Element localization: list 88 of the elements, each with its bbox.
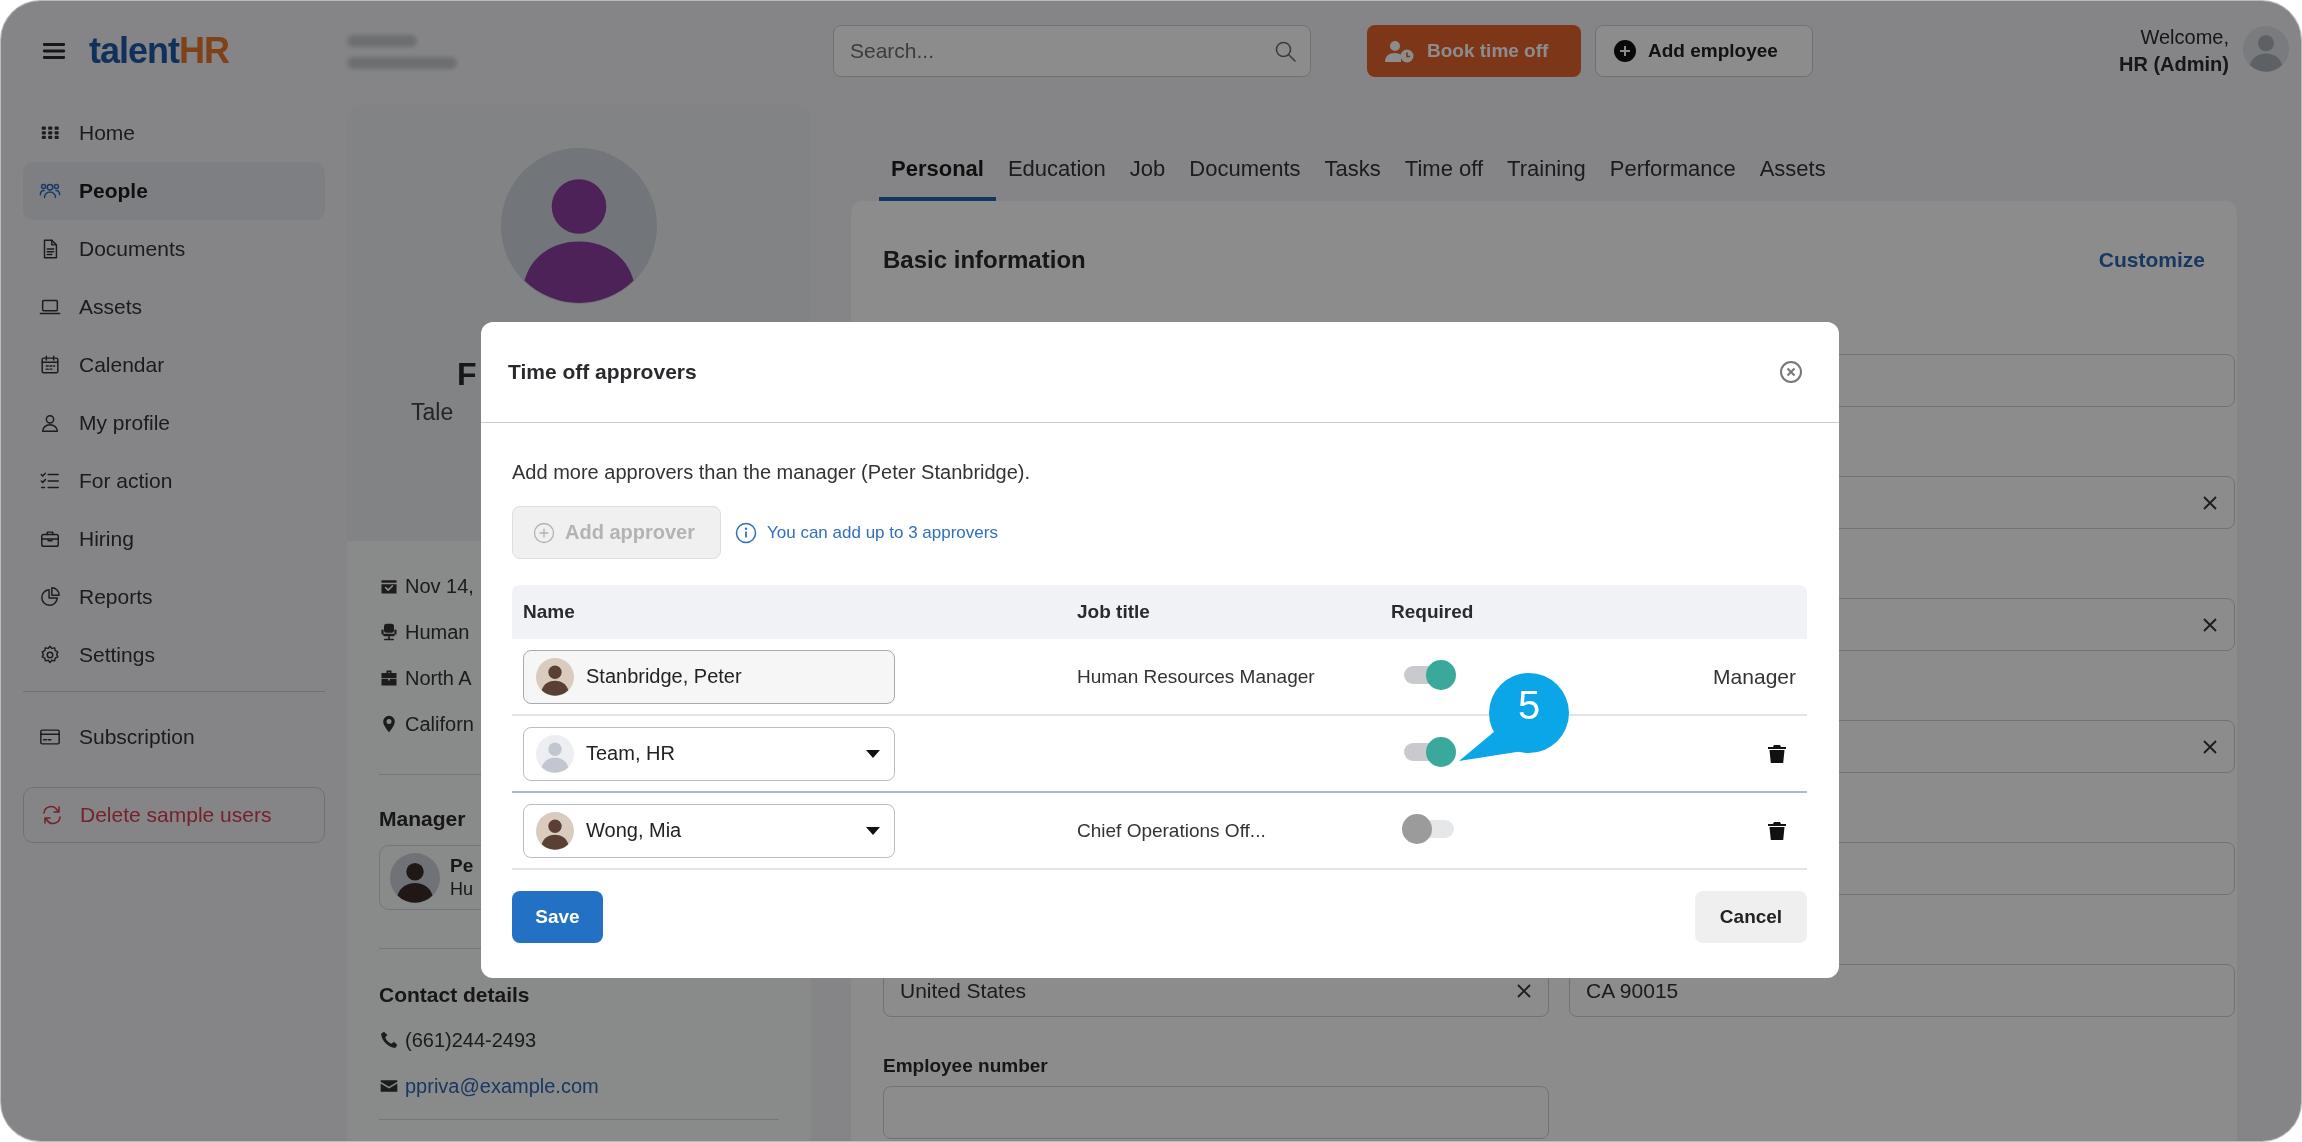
logo: talentHR <box>89 30 229 72</box>
customize-link[interactable]: Customize <box>2098 248 2205 272</box>
job-title: Chief Operations Off... <box>1077 819 1266 841</box>
sidebar-item[interactable]: For action <box>23 452 325 510</box>
briefcase-icon <box>379 668 399 688</box>
approver-field: Stanbridge, Peter <box>523 649 895 704</box>
search-icon <box>1273 39 1297 63</box>
column-header: Job title <box>1076 601 1151 623</box>
info-icon <box>735 521 757 544</box>
section-title: Manager <box>379 807 466 831</box>
column-header: Name <box>522 601 576 623</box>
book-time-off-button[interactable]: Book time off <box>1367 25 1581 77</box>
role-label: Manager <box>1713 664 1796 689</box>
search-field[interactable]: Search... <box>833 25 1311 77</box>
section-title: Basic information <box>883 246 1086 274</box>
avatar-icon <box>536 734 574 773</box>
avatar-icon <box>536 657 574 696</box>
phone-icon <box>379 1030 399 1050</box>
calendar-icon <box>39 354 61 376</box>
close-icon[interactable] <box>1779 360 1803 384</box>
profile-name: F <box>457 356 477 393</box>
column-header: Required <box>1390 601 1475 623</box>
save-button[interactable]: Save <box>512 891 603 943</box>
pie-chart-icon <box>39 586 61 608</box>
clear-icon[interactable] <box>2202 616 2218 633</box>
manager-name: Pe <box>450 855 474 877</box>
person-clock-icon <box>1385 39 1415 63</box>
sidebar-item[interactable]: Assets <box>23 278 325 336</box>
manager-role: Hu <box>450 879 474 900</box>
sidebar-item[interactable]: People <box>23 162 325 220</box>
tab[interactable]: Tasks <box>1312 141 1393 201</box>
sidebar-item[interactable]: Documents <box>23 220 325 278</box>
clear-icon[interactable] <box>2202 738 2218 755</box>
profile-subtitle: Tale <box>411 399 454 426</box>
job-title: Human Resources Manager <box>1077 665 1315 687</box>
credit-card-icon <box>39 726 61 748</box>
tab[interactable]: Documents <box>1177 141 1313 201</box>
sidebar-item[interactable]: Reports <box>23 568 325 626</box>
toggle-switch[interactable] <box>1402 735 1458 768</box>
person-icon <box>39 412 61 434</box>
sidebar-item[interactable]: Settings <box>23 626 325 684</box>
tab[interactable]: Assets <box>1747 141 1838 201</box>
detail-text: Human <box>405 620 470 644</box>
sidebar-item[interactable]: Subscription <box>23 708 325 766</box>
user-name: HR (Admin) <box>2119 53 2229 76</box>
intro-text: Add more approvers than the manager (Peter Stanbridge). <box>512 461 1032 484</box>
add-employee-button[interactable]: Add employee <box>1595 25 1813 77</box>
briefcase-icon <box>39 528 61 550</box>
plus-circle-icon <box>533 521 555 544</box>
text-field[interactable] <box>883 1086 1549 1139</box>
tab[interactable]: Training <box>1495 141 1598 201</box>
cancel-button[interactable]: Cancel <box>1695 891 1807 943</box>
section-title: Contact details <box>379 983 530 1007</box>
trash-icon[interactable] <box>1768 820 1786 841</box>
sidebar-item[interactable]: Home <box>23 104 325 162</box>
approver-select[interactable]: Wong, Mia <box>523 803 895 858</box>
field-label: Employee number <box>883 1055 1048 1077</box>
tab[interactable]: Education <box>995 141 1118 201</box>
clear-icon[interactable] <box>1516 982 1532 999</box>
detail-text: Nov 14, <box>405 574 474 598</box>
toggle-switch[interactable] <box>1402 658 1458 691</box>
phone-number: (661)244-2493 <box>405 1028 537 1052</box>
plus-circle-icon <box>1614 40 1636 62</box>
avatar-icon <box>536 811 574 850</box>
hint-text: You can add up to 3 approvers <box>767 522 998 543</box>
refresh-icon <box>40 803 64 827</box>
tab[interactable]: Performance <box>1597 141 1748 201</box>
delete-sample-users-button[interactable]: Delete sample users <box>23 787 325 843</box>
sidebar-item[interactable]: Hiring <box>23 510 325 568</box>
dialog-title: Time off approvers <box>508 360 697 384</box>
clear-icon[interactable] <box>2202 494 2218 511</box>
welcome-text: Welcome, <box>2139 26 2229 49</box>
caret-icon <box>866 749 880 758</box>
trash-icon[interactable] <box>1768 743 1786 764</box>
avatar-icon <box>390 852 440 903</box>
tab[interactable]: Time off <box>1392 141 1496 201</box>
detail-text: Californ <box>405 712 474 736</box>
caret-icon <box>866 826 880 835</box>
gear-icon <box>39 644 61 666</box>
detail-text: North A <box>405 666 472 690</box>
chair-icon <box>379 622 399 642</box>
approver-select[interactable]: Team, HR <box>523 726 895 781</box>
user-avatar-icon <box>2243 26 2289 72</box>
email-link[interactable]: ppriva@example.com <box>405 1074 599 1098</box>
sidebar-item[interactable]: Calendar <box>23 336 325 394</box>
tab[interactable]: Job <box>1117 141 1178 201</box>
avatar-icon <box>501 148 657 304</box>
sidebar-item[interactable]: My profile <box>23 394 325 452</box>
